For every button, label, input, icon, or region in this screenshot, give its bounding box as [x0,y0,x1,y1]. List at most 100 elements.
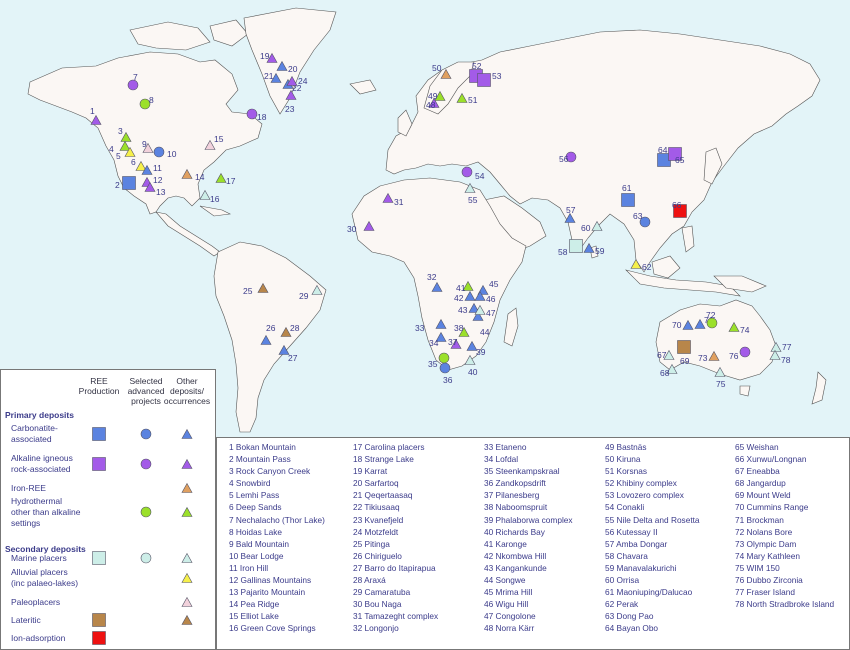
legend-row-label: Iron-REE [11,482,46,493]
marker-number-label: 2 [115,180,120,190]
marker-number-label: 16 [210,194,220,204]
marker-number-label: 56 [559,154,569,164]
legend-symbol [181,428,193,439]
site-list-item: 71 Brockman [735,514,784,525]
legend-symbol [140,506,152,518]
marker-number-label: 26 [266,323,276,333]
marker-number-label: 9 [142,139,147,149]
site-list-item: 27 Barro do Itapirapua [353,562,436,573]
marker-number-label: 3 [118,126,123,136]
site-list-column: 1 Bokan Mountain 2 Mountain Pass 3 Rock Ca… [229,441,325,635]
south-america [213,241,327,433]
site-list-item: 58 Chavara [605,550,648,561]
site-list-column: 49 Bastnäs 50 Kiruna 51 Korsnas 52 Khibiny … [605,441,700,635]
marker-number-label: 29 [299,291,309,301]
site-list-item: 55 Nile Delta and Rosetta [605,514,700,525]
legend-symbol [181,458,193,469]
site-list-item: 61 Maoniuping/Dalucao [605,587,693,598]
marker-number-label: 51 [468,95,478,105]
world-map-figure: { "legend": { "col_headers": ["REE\nProd… [0,0,850,650]
site-list-item: 47 Congolone [484,611,536,622]
site-list-item: 56 Kutessay II [605,526,658,537]
site-list-item: 76 Dubbo Zirconia [735,575,803,586]
site-list-item: 2 Mountain Pass [229,454,291,465]
site-list-item: 51 Korsnas [605,466,647,477]
marker-number-label: 34 [429,338,439,348]
site-list-column: 17 Carolina placers 18 Strange Lake 19 Kar… [353,441,438,635]
legend-row-label: Lateritic [11,614,41,625]
circle-symbol [153,146,165,158]
site-list-item: 34 Lofdal [484,454,519,465]
marker-number-label: 62 [642,262,652,272]
marker-number-label: 7 [133,72,138,82]
site-list-item: 57 Amba Dongar [605,538,668,549]
marker-number-label: 49 [428,91,438,101]
circle-symbol [140,428,152,440]
legend-symbol [140,458,152,470]
legend-symbol [181,596,193,607]
legend-symbol [140,428,152,440]
square-symbol [569,239,583,253]
marker-number-label: 53 [492,71,502,81]
deposit-marker-58: 58 [558,239,583,257]
new-zealand [811,371,827,405]
site-list-item: 33 Etaneno [484,442,527,452]
marker-number-label: 11 [153,163,162,173]
philippines [681,225,695,253]
marker-number-label: 63 [633,211,643,221]
marker-number-label: 35 [428,359,438,369]
marker-number-label: 15 [214,134,224,144]
deposit-marker-2: 2 [115,176,136,190]
legend-symbol [181,552,193,563]
legend-row-label: Ion-adsorption [11,632,66,643]
site-list-column: 33 Etaneno 34 Lofdal 35 Steenkampskraal 36 … [484,441,573,635]
site-list-item: 16 Green Cove Springs [229,623,316,634]
marker-number-label: 72 [706,310,716,320]
marker-number-label: 70 [672,320,682,330]
arctic-islands [129,21,211,51]
marker-number-label: 57 [566,205,576,215]
circle-symbol [461,166,473,178]
legend-symbol [181,506,193,517]
marker-number-label: 67 [657,350,667,360]
site-list-item: 42 Nkombwa Hill [484,550,547,561]
marker-number-label: 36 [443,375,453,385]
site-list-item: 11 Iron Hill [229,562,269,573]
marker-number-label: 23 [285,104,295,114]
legend-symbol [92,551,106,565]
site-list-item: 66 Xunwu/Longnan [735,454,807,465]
marker-number-label: 50 [432,63,442,73]
site-list-item: 23 Kvanefjeld [353,514,404,525]
legend-symbol [92,427,106,441]
marker-number-label: 64 [658,145,668,155]
marker-number-label: 73 [698,353,708,363]
marker-number-label: 27 [288,353,298,363]
site-list-item: 18 Strange Lake [353,454,414,465]
circle-symbol [140,506,152,518]
site-list-item: 4 Snowbird [229,478,271,489]
square-symbol [621,193,635,207]
site-list-item: 22 Tikiusaaq [353,502,400,513]
circle-symbol [140,458,152,470]
marker-number-label: 12 [153,175,163,185]
marker-number-label: 41 [456,283,466,293]
site-list-item: 59 Manavalakurichi [605,562,677,573]
triangle-symbol [181,596,193,607]
square-symbol [677,340,691,354]
legend-symbol [92,457,106,471]
triangle-symbol [181,428,193,439]
marker-number-label: 30 [347,224,357,234]
triangle-symbol [199,189,211,200]
deposit-marker-54: 54 [461,166,485,181]
site-list-item: 69 Mount Weld [735,490,791,501]
marker-number-label: 32 [427,272,437,282]
central-america [155,211,221,257]
site-list: 1 Bokan Mountain 2 Mountain Pass 3 Rock Ca… [216,437,850,650]
marker-number-label: 40 [468,367,478,377]
circle-symbol [739,346,751,358]
site-list-item: 24 Motzfeldt [353,526,399,537]
site-list-item: 10 Bear Lodge [229,550,284,561]
site-list-item: 35 Steenkampskraal [484,466,560,477]
site-list-item: 72 Nolans Bore [735,526,793,537]
site-list-item: 12 Gallinas Mountains [229,575,312,586]
